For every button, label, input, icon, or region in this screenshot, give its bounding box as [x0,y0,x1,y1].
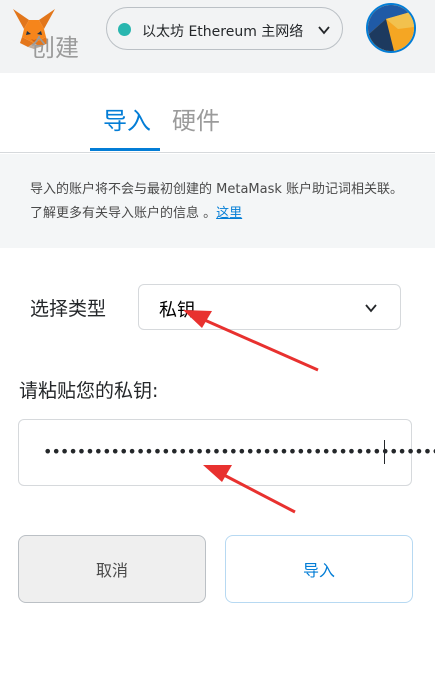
text-caret [384,440,385,464]
cancel-button[interactable]: 取消 [18,535,206,603]
network-selector[interactable]: 以太坊 Ethereum 主网络 [106,7,343,50]
network-status-dot [118,23,131,36]
account-jazzicon [368,5,414,51]
import-account-page: 以太坊 Ethereum 主网络 创建 导入 硬件 导入的账户将不会与最初创建的… [0,0,435,698]
active-tab-indicator [90,148,160,151]
notice-link[interactable]: 这里 [216,206,242,221]
network-name: 以太坊 Ethereum 主网络 [142,24,304,40]
private-key-input[interactable]: ••••••••••••••••••••••••••••••••••••••••… [18,419,435,486]
private-key-masked-value: ••••••••••••••••••••••••••••••••••••••••… [43,442,435,461]
tab-import[interactable]: 导入 [103,101,151,152]
account-avatar[interactable] [366,3,416,53]
private-key-label: 请粘贴您的私钥: [19,380,159,402]
import-notice: 导入的账户将不会与最初创建的 MetaMask 账户助记词相关联。了解更多有关导… [0,154,435,248]
import-button[interactable]: 导入 [225,535,413,603]
tab-hardware[interactable]: 硬件 [172,101,220,152]
chevron-down-icon [318,26,330,35]
import-type-dropdown[interactable]: 私钥 [138,284,401,330]
import-type-value: 私钥 [159,300,195,321]
tab-create[interactable]: 创建 [31,28,79,79]
select-type-label: 选择类型 [30,298,107,320]
chevron-down-icon [365,304,377,313]
